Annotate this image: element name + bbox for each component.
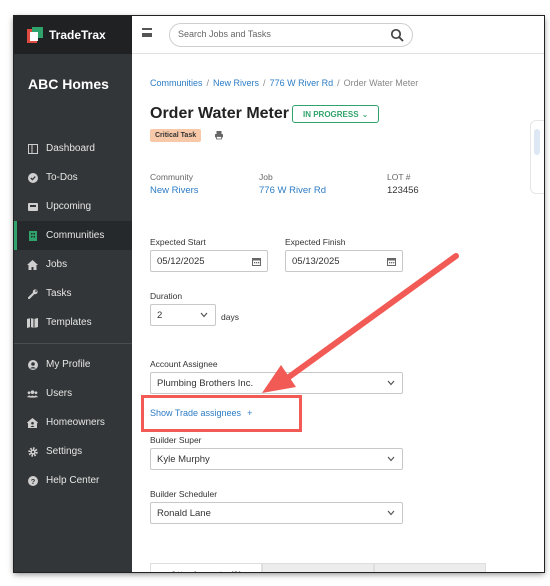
job-label: Job (259, 172, 273, 182)
sidebar-item-communities[interactable]: Communities (14, 221, 132, 250)
sidebar-item-label: Jobs (46, 259, 68, 270)
builder-super-select[interactable]: Kyle Murphy (150, 448, 403, 470)
sidebar-item-label: Homeowners (46, 417, 105, 428)
sidebar-item-label: Upcoming (46, 201, 92, 212)
sidebar-item-upcoming[interactable]: Upcoming (14, 192, 132, 221)
chevron-down-icon (387, 456, 395, 462)
main-content: Communities / New Rivers/776 W River Rd / Or… (132, 54, 544, 572)
annotation-highlight-box (141, 395, 302, 432)
search-input[interactable] (178, 29, 378, 39)
sidebar-item-my-profile[interactable]: My Profile (14, 350, 132, 379)
check-circle-icon (27, 172, 38, 183)
account-assignee-value: Plumbing Brothers Inc. (157, 377, 254, 389)
app-window: TradeTrax ABC Homes Dashboard To-Dos Upc… (14, 16, 544, 572)
expected-finish-label: Expected Finish (285, 237, 346, 247)
tradetrax-logo-icon (27, 27, 43, 43)
sidebar-item-label: Tasks (46, 288, 72, 299)
expected-start-field[interactable]: 05/12/2025 (150, 250, 268, 272)
status-dropdown[interactable]: IN PROGRESS ⌄ (292, 105, 380, 123)
print-icon[interactable] (214, 130, 224, 140)
sidebar-item-label: Users (46, 388, 73, 399)
lot-value: 123456 (387, 185, 419, 196)
breadcrumb-communities[interactable]: Communities (150, 78, 203, 88)
chevron-down-icon (200, 312, 208, 318)
community-label: Community (150, 172, 193, 182)
chevron-down-icon (387, 380, 395, 386)
builder-scheduler-value: Ronald Lane (157, 507, 211, 519)
lot-label: LOT # (387, 172, 411, 182)
breadcrumb: Communities / New Rivers/776 W River Rd / Or… (150, 78, 419, 88)
expected-finish-value: 05/13/2025 (292, 255, 340, 267)
question-icon: ? (27, 475, 38, 486)
home-icon (27, 259, 38, 270)
detail-tabs: Attachments (9) Notes (2) Sub-Tasks (4) (150, 563, 486, 572)
duration-value: 2 (157, 309, 163, 321)
wrench-icon (27, 288, 38, 299)
user-icon (27, 359, 38, 370)
search-icon[interactable] (390, 28, 404, 42)
sidebar-item-label: Communities (46, 230, 105, 241)
status-label: IN PROGRESS (303, 109, 359, 119)
users-icon (27, 388, 38, 399)
sidebar-item-homeowners[interactable]: Homeowners (14, 408, 132, 437)
calendar-icon[interactable] (252, 257, 261, 266)
dashboard-icon (27, 143, 38, 154)
sidebar-item-settings[interactable]: Settings (14, 437, 132, 466)
builder-super-label: Builder Super (150, 435, 202, 445)
menu-hamburger-icon[interactable] (142, 28, 152, 37)
sidebar-item-todos[interactable]: To-Dos (14, 163, 132, 192)
chevron-down-icon: ⌄ (361, 109, 369, 119)
sidebar-item-label: Dashboard (46, 143, 95, 154)
duration-select[interactable]: 2 (150, 304, 216, 326)
account-assignee-select[interactable]: Plumbing Brothers Inc. (150, 372, 403, 394)
job-link[interactable]: 776 W River Rd (259, 185, 326, 196)
sidebar-item-tasks[interactable]: Tasks (14, 279, 132, 308)
community-link[interactable]: New Rivers (150, 185, 199, 196)
builder-scheduler-select[interactable]: Ronald Lane (150, 502, 403, 524)
sidebar: TradeTrax ABC Homes Dashboard To-Dos Upc… (14, 16, 132, 572)
brand-name: TradeTrax (49, 28, 106, 42)
sidebar-divider (14, 343, 132, 344)
map-icon (27, 317, 38, 328)
breadcrumb-job[interactable]: 776 W River Rd (270, 78, 334, 88)
sidebar-item-label: Templates (46, 317, 92, 328)
tab-sub-tasks[interactable]: Sub-Tasks (4) (374, 563, 486, 572)
gear-icon (27, 446, 38, 457)
sidebar-item-label: To-Dos (46, 172, 78, 183)
page-title: Order Water Meter (150, 105, 289, 122)
expected-start-value: 05/12/2025 (157, 255, 205, 267)
company-name: ABC Homes (28, 76, 109, 92)
chevron-down-icon (387, 510, 395, 516)
tab-notes[interactable]: Notes (2) (262, 563, 374, 572)
calendar-icon[interactable] (387, 257, 396, 266)
breadcrumb-current: Order Water Meter (343, 78, 419, 88)
breadcrumb-community[interactable]: New Rivers (213, 78, 259, 88)
expected-finish-field[interactable]: 05/13/2025 (285, 250, 403, 272)
duration-unit: days (221, 312, 239, 322)
duration-label: Duration (150, 291, 183, 301)
building-icon (27, 230, 38, 241)
house-user-icon (27, 417, 38, 428)
account-assignee-label: Account Assignee (150, 359, 218, 369)
brand-header[interactable]: TradeTrax (14, 16, 132, 54)
sidebar-item-templates[interactable]: Templates (14, 308, 132, 337)
side-panel-edge[interactable] (530, 120, 544, 194)
top-bar (132, 16, 544, 54)
sidebar-nav-main: Dashboard To-Dos Upcoming Communities Jo… (14, 134, 132, 495)
sidebar-item-help-center[interactable]: ? Help Center (14, 466, 132, 495)
sidebar-item-dashboard[interactable]: Dashboard (14, 134, 132, 163)
inbox-icon (27, 201, 38, 212)
sidebar-item-label: Help Center (46, 475, 100, 486)
tab-attachments[interactable]: Attachments (9) (150, 563, 262, 572)
builder-scheduler-label: Builder Scheduler (150, 489, 218, 499)
sidebar-item-label: My Profile (46, 359, 91, 370)
sidebar-item-users[interactable]: Users (14, 379, 132, 408)
svg-text:?: ? (30, 476, 35, 485)
search-box[interactable] (169, 23, 413, 47)
builder-super-value: Kyle Murphy (157, 453, 210, 465)
sidebar-item-jobs[interactable]: Jobs (14, 250, 132, 279)
critical-task-badge: Critical Task (150, 129, 202, 142)
expected-start-label: Expected Start (150, 237, 206, 247)
sidebar-item-label: Settings (46, 446, 83, 457)
